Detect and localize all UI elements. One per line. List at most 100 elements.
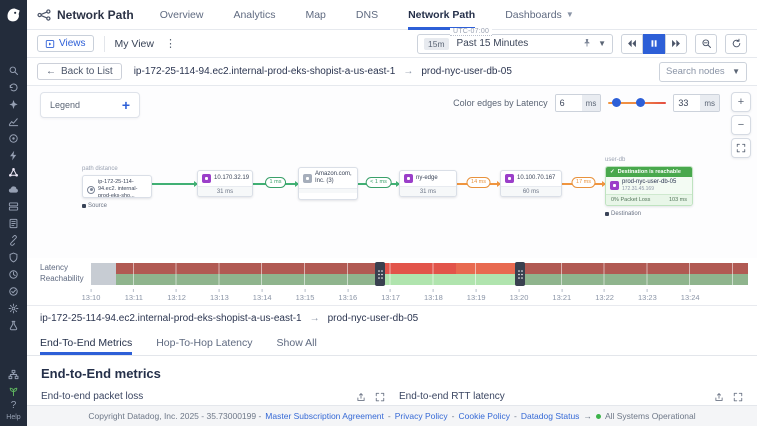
history-icon[interactable] <box>6 81 21 94</box>
time-tick: 13:17 <box>381 289 400 302</box>
latency-slider-handle-min[interactable] <box>612 98 621 107</box>
zoom-out-graph-button[interactable]: − <box>731 115 751 135</box>
latency-min-input[interactable] <box>556 95 582 111</box>
integrations-icon[interactable] <box>6 234 21 247</box>
divider <box>104 36 105 52</box>
tab-dns[interactable]: DNS <box>356 0 378 30</box>
timezone-label: UTC-07:00 <box>450 28 492 36</box>
datadog-logo-icon[interactable] <box>4 5 23 24</box>
tab-hop-to-hop-latency[interactable]: Hop-To-Hop Latency <box>156 337 252 355</box>
time-controls: UTC-07:00 15m Past 15 Minutes ▼ <box>417 34 747 54</box>
footer: Copyright Datadog, Inc. 2025 - 35.730001… <box>27 405 757 426</box>
help-label[interactable]: Help <box>6 414 20 421</box>
tab-end-to-end-metrics[interactable]: End-To-End Metrics <box>40 337 132 355</box>
apm-icon[interactable] <box>6 132 21 145</box>
zoom-out-button[interactable] <box>695 34 717 54</box>
selection-handle-left[interactable] <box>375 262 385 286</box>
view-options-kebab-icon[interactable]: ⋮ <box>162 37 179 50</box>
zoom-in-button[interactable]: + <box>731 92 751 112</box>
footer-link-status[interactable]: Datadog Status <box>521 411 580 421</box>
graph-node-source[interactable]: ip-172-25-114-94.ec2. internal-prod-eks-… <box>82 175 152 198</box>
network-path-graph: Legend + Color edges by Latency ms ms <box>27 86 757 258</box>
serverless-icon[interactable] <box>6 149 21 162</box>
edge-source-hop1[interactable] <box>152 183 197 185</box>
logs-icon[interactable] <box>6 217 21 230</box>
footer-link-cookie[interactable]: Cookie Policy <box>458 411 510 421</box>
footer-separator: - <box>388 411 391 421</box>
latency-min-unit: ms <box>582 95 601 111</box>
footer-link-privacy[interactable]: Privacy Policy <box>395 411 448 421</box>
watchdog-icon[interactable] <box>6 98 21 111</box>
sidebar-bottom-icons <box>6 368 21 398</box>
export-icon[interactable] <box>356 392 366 402</box>
step-forward-button[interactable] <box>665 34 687 54</box>
node-title: ny-edge <box>416 175 438 182</box>
step-back-button[interactable] <box>621 34 643 54</box>
router-icon <box>505 174 514 183</box>
pause-button[interactable] <box>643 34 665 54</box>
export-icon[interactable] <box>714 392 724 402</box>
fit-to-screen-button[interactable] <box>731 138 751 158</box>
search-nodes-select[interactable]: Search nodes ▼ <box>659 62 747 82</box>
latency-slider-handle-max[interactable] <box>636 98 645 107</box>
metrics-icon[interactable] <box>6 115 21 128</box>
graph-node-ny-edge[interactable]: ny-edge 31 ms <box>399 170 457 197</box>
edge-hop2-hop3[interactable]: < 1 ms <box>358 183 399 185</box>
refresh-button[interactable] <box>725 34 747 54</box>
tab-show-all[interactable]: Show All <box>277 337 317 355</box>
tab-dashboards[interactable]: Dashboards▼ <box>505 0 574 30</box>
views-button[interactable]: Views <box>37 35 94 52</box>
source-label-text: Source <box>88 203 107 209</box>
edge-hop1-hop2[interactable]: 1 ms <box>253 183 298 185</box>
hosts-icon[interactable] <box>6 200 21 213</box>
latency-slider[interactable] <box>608 94 666 112</box>
expand-icon[interactable] <box>375 392 385 402</box>
selection-handle-right[interactable] <box>515 262 525 286</box>
time-tick: 13:15 <box>296 289 315 302</box>
synthetics-icon[interactable] <box>6 268 21 281</box>
tab-map[interactable]: Map <box>305 0 325 30</box>
host-icon <box>610 181 619 190</box>
latency-max-input[interactable] <box>674 95 700 111</box>
time-range-label: Past 15 Minutes <box>457 38 529 49</box>
back-to-list-button[interactable]: ← Back to List <box>37 63 122 80</box>
page-title: Network Path <box>37 8 134 22</box>
security-icon[interactable] <box>6 251 21 264</box>
graph-node-hop4[interactable]: 10.100.70.167 60 ms <box>500 170 562 197</box>
legend-expand-button[interactable]: + <box>122 99 130 111</box>
reachability-row-label: Reachability <box>40 274 84 283</box>
help-icon[interactable]: ? <box>11 401 17 411</box>
graph-node-hop1[interactable]: 10.170.32.19 31 ms <box>197 170 253 197</box>
tab-network-path[interactable]: Network Path <box>408 0 475 30</box>
infrastructure-icon[interactable] <box>6 183 21 196</box>
time-tick: 13:19 <box>467 289 486 302</box>
view-bar: Views My View ⋮ UTC-07:00 15m Past 15 Mi… <box>27 30 757 58</box>
org-icon[interactable] <box>6 368 21 381</box>
pin-icon[interactable] <box>582 35 592 53</box>
current-view-name[interactable]: My View <box>115 38 154 50</box>
tab-overview[interactable]: Overview <box>160 0 204 30</box>
chevron-down-icon[interactable]: ▼ <box>598 39 606 48</box>
time-tick: 13:11 <box>125 289 143 302</box>
edge-hop4-destination[interactable]: 17 ms <box>562 183 605 185</box>
timeline-bars[interactable] <box>91 263 748 285</box>
destination-node-footer: 0% Packet Loss 103 ms <box>606 194 692 205</box>
ci-icon[interactable] <box>6 319 21 332</box>
time-tick: 13:22 <box>595 289 614 302</box>
expand-icon[interactable] <box>733 392 743 402</box>
app-window: ? Help Network Path Overview Analytics Map… <box>0 0 757 426</box>
graph-node-amazon[interactable]: Amazon.com, Inc. (3) <box>298 167 358 200</box>
edge-hop3-hop4[interactable]: 14 ms <box>457 183 500 185</box>
graph-zoom-toolbar: + − <box>731 92 751 158</box>
plant-icon[interactable] <box>6 385 21 398</box>
network-icon[interactable] <box>6 166 21 179</box>
settings-icon[interactable] <box>6 302 21 315</box>
graph-node-destination[interactable]: ✓Destination is reachable prod-nyc-user-… <box>605 166 693 206</box>
time-range-picker[interactable]: UTC-07:00 15m Past 15 Minutes ▼ <box>417 34 613 54</box>
breadcrumb-arrow-icon: → <box>310 313 320 324</box>
search-icon[interactable] <box>6 64 21 77</box>
tab-analytics[interactable]: Analytics <box>233 0 275 30</box>
footer-link-msa[interactable]: Master Subscription Agreement <box>265 411 384 421</box>
rum-icon[interactable] <box>6 285 21 298</box>
network-path-icon <box>37 8 51 22</box>
